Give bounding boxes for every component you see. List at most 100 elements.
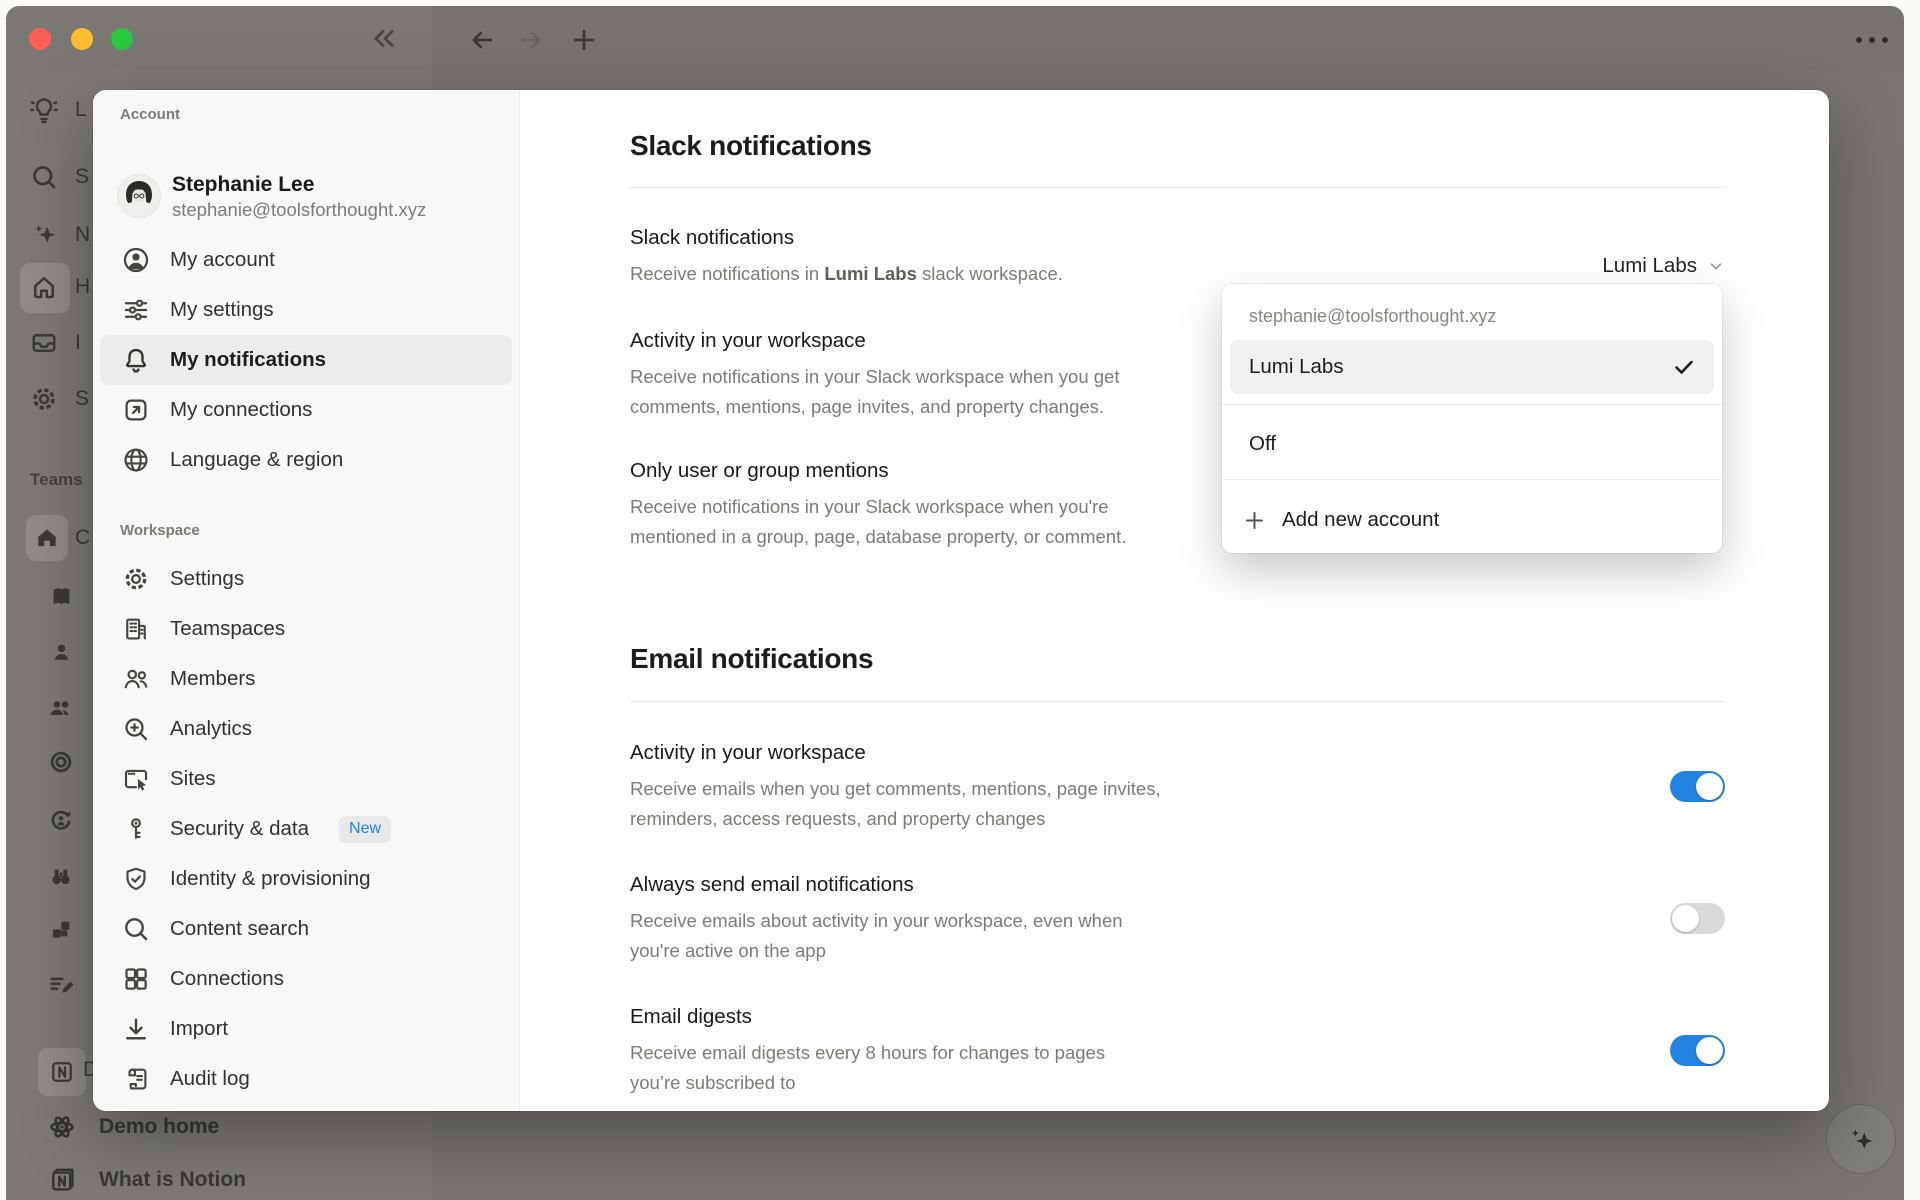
sidebar-item-label: Members [170,667,255,691]
add-new-account-option[interactable]: Add new account [1222,494,1722,546]
bg-nav-label: S [75,165,89,189]
sidebar-item-my-notifications[interactable]: My notifications [100,335,512,385]
binoculars-icon [47,862,75,890]
bg-nav-inbox: I [28,327,81,359]
plus-icon [1242,508,1267,533]
sidebar-item-label: My connections [170,398,312,422]
sidebar-item-label: My notifications [170,348,326,372]
section-divider [630,187,1725,188]
lightbulb-icon [28,94,60,126]
minimize-window-button[interactable] [71,28,93,50]
desc-line: you're active on the app [630,936,1123,966]
notion-cube-icon [47,1165,77,1195]
window-titlebar [6,6,1904,70]
option-label: Off [1249,432,1276,456]
gear-icon [28,383,60,415]
sidebar-item-my-account[interactable]: My account [100,235,512,285]
magnifier-plus-icon [120,713,152,745]
sidebar-item-label: Settings [170,567,244,591]
bg-nav-search: S [28,161,89,193]
workspace-section-label: Workspace [120,522,519,540]
bg-teamspace-home: C [34,525,90,551]
compose-icon [47,971,75,999]
new-tab-icon [570,26,598,54]
sidebar-item-label: My settings [170,298,274,322]
bg-nav-settings: S [28,383,89,415]
zoom-window-button[interactable] [111,28,133,50]
add-account-label: Add new account [1282,508,1439,532]
always-send-email-toggle[interactable] [1670,903,1725,934]
row-description: Receive emails about activity in your wo… [630,906,1123,966]
sidebar-item-label: Language & region [170,448,343,472]
dropdown-account-header: stephanie@toolsforthought.xyz [1222,296,1722,336]
slack-workspace-select[interactable]: Lumi Labs [1602,254,1725,278]
row-description: Receive emails when you get comments, me… [630,774,1161,834]
notifications-content: Slack notifications Slack notifications … [520,90,1829,1111]
sidebar-item-audit-log[interactable]: Audit log [100,1054,512,1104]
sidebar-item-my-connections[interactable]: My connections [100,385,512,435]
target-icon [47,748,75,776]
more-options-icon [1852,34,1892,46]
person-icon [49,640,74,665]
search-icon [28,161,60,193]
home-filled-icon [34,525,60,551]
key-icon [120,813,152,845]
blocks-icon [47,916,75,944]
section-divider [630,701,1725,702]
bell-icon [120,344,152,376]
email-digests-toggle[interactable] [1670,1035,1725,1066]
dropdown-option-lumi-labs[interactable]: Lumi Labs [1230,340,1714,394]
account-user-row: Stephanie Lee stephanie@toolsforthought.… [118,174,519,218]
person-circle-icon [120,244,152,276]
bg-page-label: What is Notion [99,1168,246,1192]
bg-teamspace-letter: C [75,526,90,550]
bg-page-demo-home: Demo home [47,1112,219,1142]
sidebar-item-label: Identity & provisioning [170,867,371,891]
account-nav: My account My settings My notifications … [93,235,519,485]
dropdown-option-off[interactable]: Off [1222,418,1722,470]
desc-part: slack workspace. [917,263,1063,284]
close-window-button[interactable] [29,28,51,50]
new-badge: New [339,816,391,843]
email-activity-toggle[interactable] [1670,771,1725,802]
row-text: Always send email notifications Receive … [630,870,1123,966]
sidebar-item-members[interactable]: Members [100,654,512,704]
globe-icon [120,444,152,476]
account-section-label: Account [120,106,519,124]
sidebar-item-language-region[interactable]: Language & region [100,435,512,485]
sidebar-item-settings[interactable]: Settings [100,554,512,604]
slack-workspace-dropdown: stephanie@toolsforthought.xyz Lumi Labs … [1222,284,1722,553]
row-text: Activity in your workspace Receive email… [630,738,1161,834]
desc-part-bold: Lumi Labs [824,263,917,284]
avatar [118,175,160,217]
sidebar-item-connections[interactable]: Connections [100,954,512,1004]
sidebar-item-label: Analytics [170,717,252,741]
email-digests-row: Email digests Receive email digests ever… [630,1002,1725,1098]
sidebar-item-sites[interactable]: Sites [100,754,512,804]
gear-icon [120,563,152,595]
sidebar-item-my-settings[interactable]: My settings [100,285,512,335]
sidebar-item-identity-provisioning[interactable]: Identity & provisioning [100,854,512,904]
sparkles-icon [1844,1122,1878,1156]
desc-line: Receive emails when you get comments, me… [630,774,1161,804]
sidebar-item-analytics[interactable]: Analytics [100,704,512,754]
sidebar-item-content-search[interactable]: Content search [100,904,512,954]
download-icon [120,1013,152,1045]
toggle-knob [1696,1037,1723,1064]
sidebar-item-security-data[interactable]: Security & data New [100,804,512,854]
sidebar-item-label: Audit log [170,1067,250,1091]
collapse-sidebar-icon [370,26,398,52]
email-section-title: Email notifications [630,641,1725,677]
magnifier-icon [120,913,152,945]
sidebar-item-label: Content search [170,917,309,941]
notion-page-icon [48,1058,76,1086]
back-arrow-icon [467,27,497,53]
user-identity: Stephanie Lee stephanie@toolsforthought.… [172,172,426,221]
sidebar-item-label: Teamspaces [170,617,285,641]
sidebar-item-teamspaces[interactable]: Teamspaces [100,604,512,654]
slack-section-title: Slack notifications [630,128,1725,164]
bg-nav-label: H [75,275,90,299]
sidebar-item-import[interactable]: Import [100,1004,512,1054]
ai-sparkle-button [1826,1104,1896,1174]
row-label: Always send email notifications [630,870,1123,900]
